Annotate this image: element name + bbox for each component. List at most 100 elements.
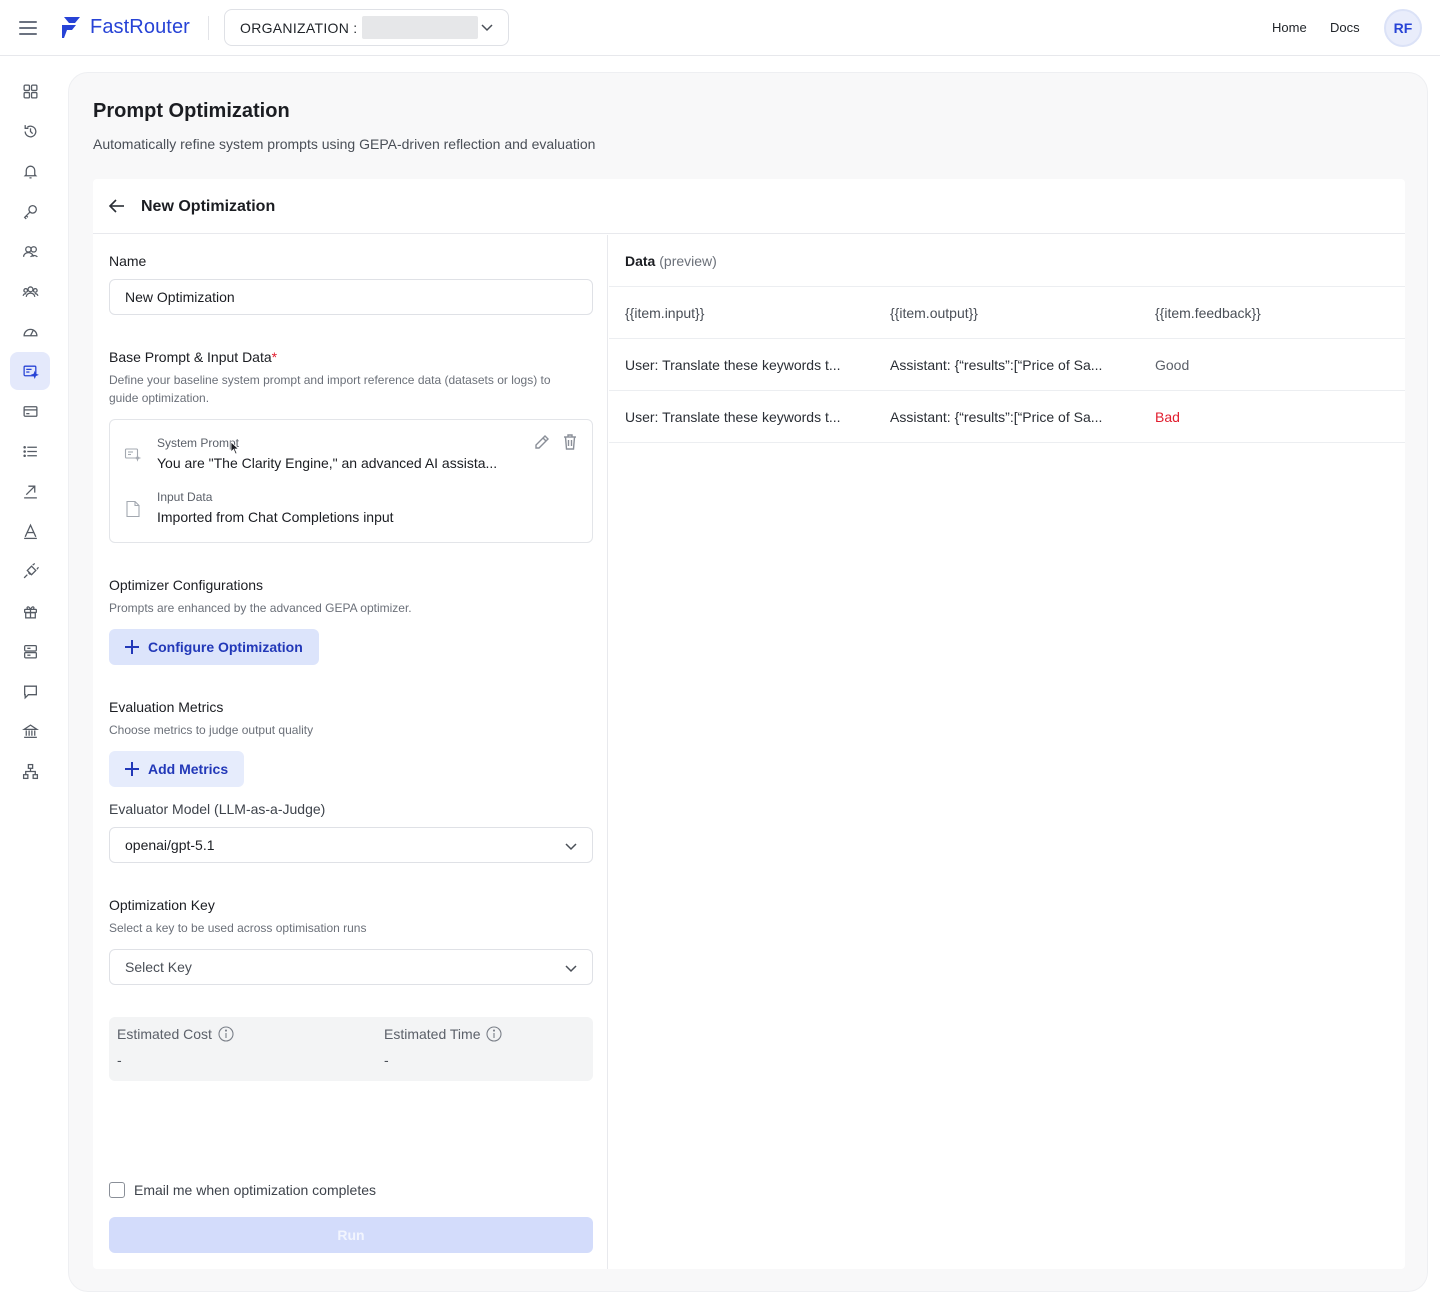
info-icon[interactable] — [218, 1026, 234, 1042]
sidebar-item-users[interactable] — [10, 232, 50, 270]
data-preview: Data (preview) {{item.input}} {{item.out… — [609, 235, 1405, 1269]
sidebar-item-history[interactable] — [10, 112, 50, 150]
key-icon — [23, 204, 37, 219]
avatar[interactable]: RF — [1384, 9, 1422, 47]
optimizer-config-hint: Prompts are enhanced by the advanced GEP… — [109, 601, 412, 615]
data-preview-title-text: Data — [625, 253, 656, 269]
add-metrics-button[interactable]: Add Metrics — [109, 751, 245, 787]
evaluator-model-label: Evaluator Model (LLM-as-a-Judge) — [109, 801, 326, 817]
sidebar-item-prompt-optimization[interactable] — [10, 352, 50, 390]
table-cell-output: Assistant: {“results”:[“Price of Sa... — [890, 357, 1103, 373]
name-input[interactable]: New Optimization — [109, 279, 593, 315]
email-notify-checkbox[interactable] — [109, 1182, 125, 1198]
sidebar-item-billing[interactable] — [10, 392, 50, 430]
sidebar-item-team[interactable] — [10, 272, 50, 310]
edit-icon[interactable] — [532, 432, 552, 452]
table-cell-input: User: Translate these keywords t... — [625, 357, 841, 373]
table-header-row: {{item.input}} {{item.output}} {{item.fe… — [609, 287, 1405, 339]
panel-header: New Optimization — [93, 179, 1405, 234]
configure-optimization-button[interactable]: Configure Optimization — [109, 629, 319, 665]
delete-icon[interactable] — [560, 432, 580, 452]
evaluation-metrics-hint: Choose metrics to judge output quality — [109, 723, 314, 737]
optimization-key-select[interactable]: Select Key — [109, 949, 593, 985]
optimization-key-placeholder: Select Key — [125, 959, 192, 975]
brand-name: FastRouter — [90, 15, 190, 38]
bell-icon — [23, 165, 37, 179]
divider — [208, 16, 209, 40]
panel-title: New Optimization — [141, 198, 276, 215]
table-row[interactable]: User: Translate these keywords t... Assi… — [609, 339, 1405, 391]
nav-home-link[interactable]: Home — [1272, 20, 1307, 35]
input-data-label: Input Data — [157, 490, 213, 504]
page-subtitle: Automatically refine system prompts usin… — [93, 136, 596, 152]
base-prompt-label-text: Base Prompt & Input Data — [109, 349, 272, 365]
nav-docs-link[interactable]: Docs — [1330, 20, 1360, 35]
chevron-down-icon — [565, 965, 577, 973]
evaluation-metrics-label: Evaluation Metrics — [109, 699, 224, 715]
sidebar-item-logs[interactable] — [10, 432, 50, 470]
column-header: {{item.input}} — [625, 305, 705, 321]
top-bar: FastRouter ORGANIZATION : Home Docs RF — [0, 0, 1440, 56]
organization-name-redacted — [362, 16, 478, 39]
sidebar-item-text[interactable] — [10, 512, 50, 550]
text-icon — [23, 523, 37, 539]
menu-icon[interactable] — [18, 18, 38, 38]
system-prompt-label: System Prompt — [157, 436, 240, 450]
prompt-optimization-icon — [22, 365, 39, 379]
estimated-cost-label: Estimated Cost — [117, 1026, 212, 1042]
sidebar-item-trends[interactable] — [10, 472, 50, 510]
page-title: Prompt Optimization — [93, 100, 290, 122]
sidebar-item-integrations[interactable] — [10, 552, 50, 590]
table-row[interactable]: User: Translate these keywords t... Assi… — [609, 391, 1405, 443]
fastrouter-logo-icon — [62, 17, 80, 38]
list-icon — [22, 445, 37, 457]
main-content: Prompt Optimization Automatically refine… — [68, 72, 1428, 1292]
base-prompt-hint: Define your baseline system prompt and i… — [109, 371, 551, 407]
input-data-value: Imported from Chat Completions input — [157, 509, 394, 525]
system-prompt-value: You are "The Clarity Engine," an advance… — [157, 455, 498, 471]
brand-logo[interactable]: FastRouter — [58, 14, 190, 40]
dashboard-icon — [22, 83, 38, 99]
configure-optimization-label: Configure Optimization — [148, 639, 303, 655]
sidebar-item-keys[interactable] — [10, 192, 50, 230]
sidebar-item-dashboard[interactable] — [10, 72, 50, 110]
sidebar-item-usage[interactable] — [10, 312, 50, 350]
evaluator-model-select[interactable]: openai/gpt-5.1 — [109, 827, 593, 863]
chevron-down-icon — [565, 843, 577, 851]
data-preview-header: Data (preview) — [609, 235, 1405, 287]
sidebar-item-rewards[interactable] — [10, 592, 50, 630]
estimated-time-label-row: Estimated Time — [384, 1026, 503, 1042]
estimated-time: Estimated Time - — [384, 1026, 503, 1068]
estimated-cost-value: - — [117, 1052, 122, 1068]
info-icon[interactable] — [486, 1026, 503, 1042]
file-icon — [126, 500, 140, 518]
data-preview-title-suffix: (preview) — [659, 253, 717, 269]
email-notify-label[interactable]: Email me when optimization completes — [134, 1182, 376, 1198]
optimization-form: Name New Optimization Base Prompt & Inpu… — [93, 235, 608, 1269]
organization-label: ORGANIZATION : — [240, 19, 358, 36]
plus-icon — [125, 762, 139, 776]
system-prompt-icon — [124, 448, 142, 462]
sidebar-item-servers[interactable] — [10, 632, 50, 670]
base-prompt-label: Base Prompt & Input Data* — [109, 349, 277, 365]
data-preview-title: Data (preview) — [625, 253, 717, 269]
gift-icon — [23, 605, 37, 619]
email-notify-row: Email me when optimization completes — [109, 1182, 376, 1198]
sidebar-item-network[interactable] — [10, 752, 50, 790]
server-icon — [23, 644, 37, 659]
back-arrow-icon[interactable] — [107, 196, 127, 216]
sidebar-item-alerts[interactable] — [10, 152, 50, 190]
chat-icon — [23, 685, 37, 699]
sidebar-item-chat[interactable] — [10, 672, 50, 710]
name-label: Name — [109, 253, 147, 269]
organization-select[interactable]: ORGANIZATION : — [224, 9, 509, 46]
team-icon — [21, 285, 39, 297]
sidebar-item-bank[interactable] — [10, 712, 50, 750]
name-input-value: New Optimization — [125, 289, 235, 305]
run-button[interactable]: Run — [109, 1217, 593, 1253]
plug-icon — [23, 562, 39, 578]
sidebar — [0, 56, 60, 1308]
table-cell-feedback: Good — [1155, 357, 1190, 373]
estimates-box: Estimated Cost - Estimated Time - — [109, 1017, 593, 1081]
column-header: {{item.feedback}} — [1155, 305, 1261, 321]
